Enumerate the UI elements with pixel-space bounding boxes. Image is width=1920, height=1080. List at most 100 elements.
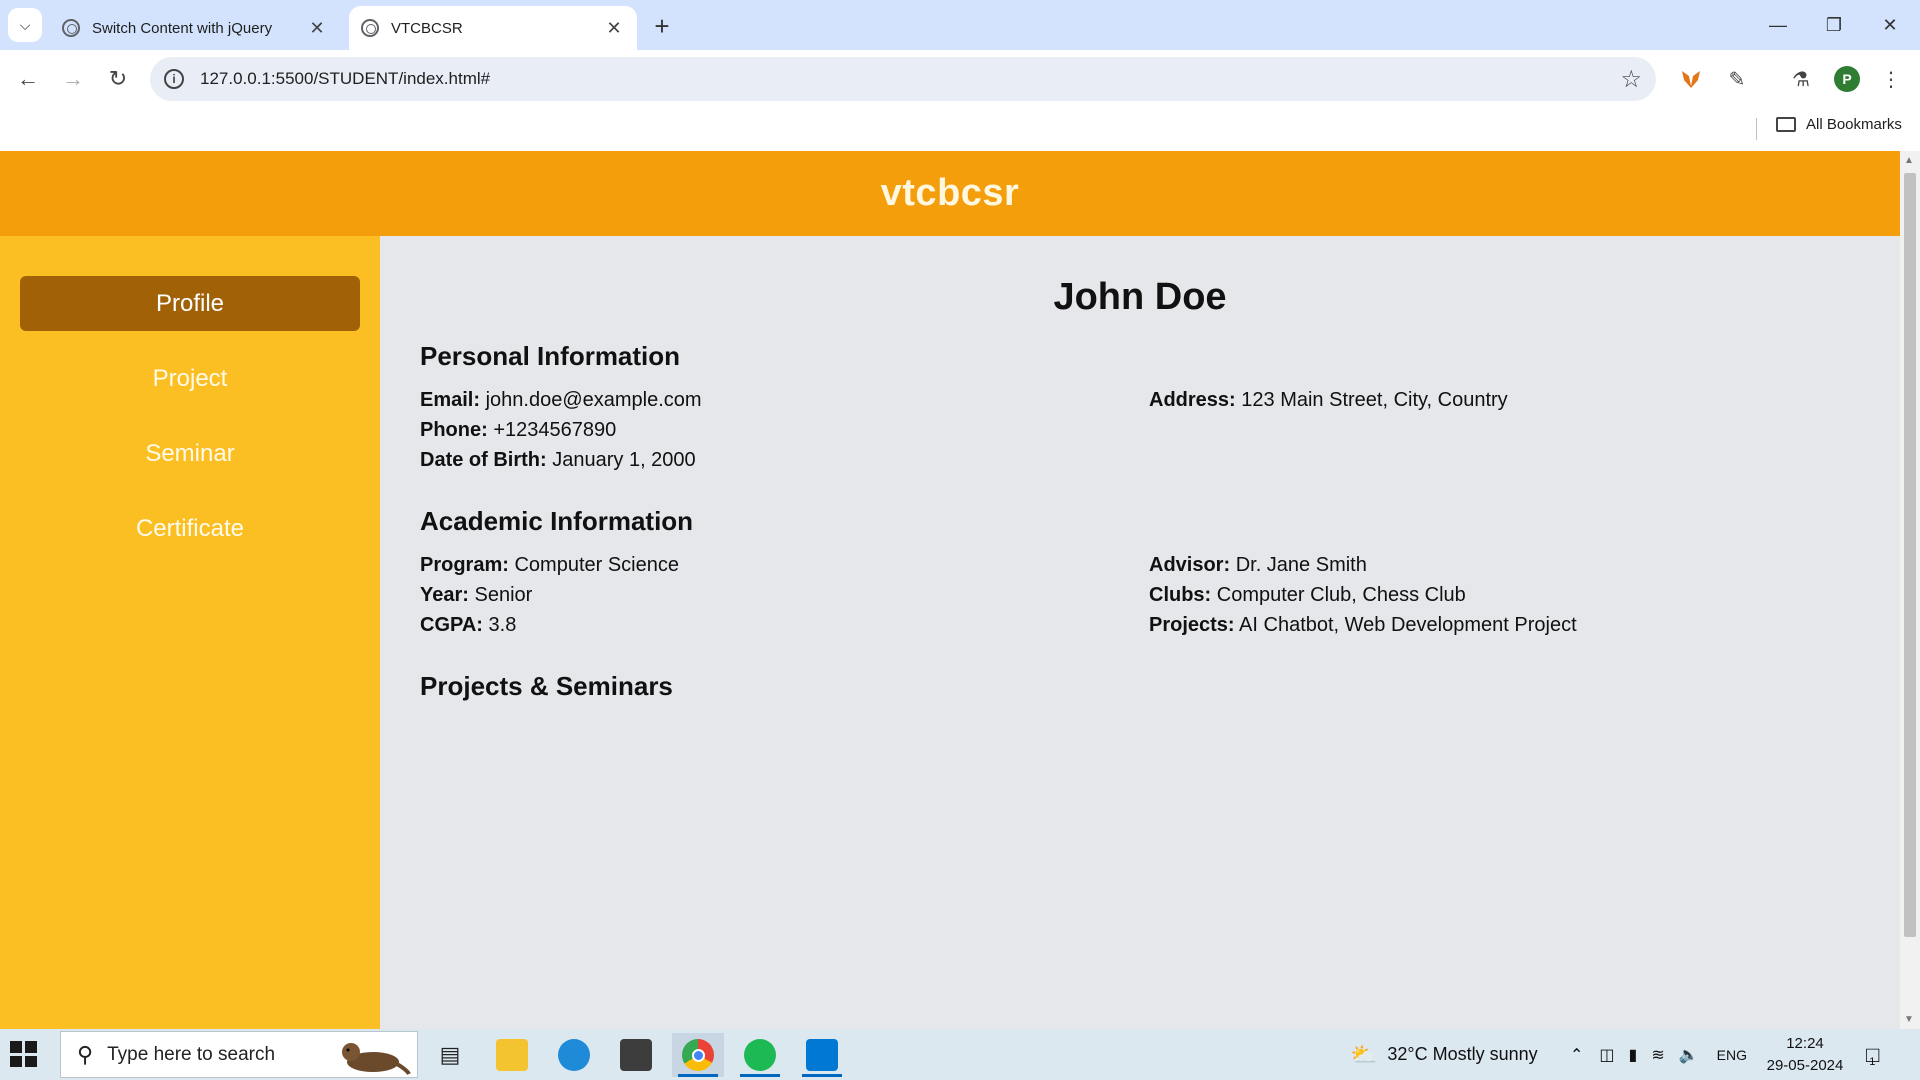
projects-field: Projects: AI Chatbot, Web Development Pr… [1149,614,1577,637]
address-bar[interactable]: i 127.0.0.1:5500/STUDENT/index.html# ☆ [150,57,1656,101]
dob-value: January 1, 2000 [552,449,696,471]
site-header: vtcbcsr [0,151,1900,236]
folder-icon [1776,117,1796,132]
address-field: Address: 123 Main Street, City, Country [1149,389,1508,412]
volume-icon[interactable]: 🔈 [1679,1045,1699,1065]
profile-avatar[interactable]: P [1834,66,1860,92]
restore-button[interactable]: ❐ [1806,0,1862,50]
address-value: 123 Main Street, City, Country [1241,389,1508,411]
year-value: Senior [474,584,533,606]
taskbar: ⚲ Type here to search ▤ ⛅ 32°C Mostly su… [0,1029,1920,1080]
site-title: vtcbcsr [880,172,1020,214]
page-viewport: vtcbcsr Profile Project Seminar Certific… [0,151,1900,1029]
all-bookmarks-label: All Bookmarks [1806,116,1902,133]
clubs-value: Computer Club, Chess Club [1216,584,1466,606]
sidebar-item-profile[interactable]: Profile [20,276,360,331]
email-label: Email: [420,389,481,411]
notification-badge: 1 [1869,1055,1876,1068]
chrome-browser-icon[interactable] [672,1033,724,1077]
reload-button[interactable]: ↻ [101,62,135,96]
clubs-field: Clubs: Computer Club, Chess Club [1149,584,1466,607]
windows-start-icon[interactable] [10,1041,40,1067]
phone-field: Phone: +1234567890 [420,419,616,442]
year-field: Year: Senior [420,584,532,607]
advisor-value: Dr. Jane Smith [1235,554,1367,576]
globe-icon [361,19,379,37]
info-icon[interactable]: i [164,69,184,89]
advisor-label: Advisor: [1149,554,1231,576]
dob-label: Date of Birth: [420,449,547,471]
close-icon[interactable]: ✕ [306,17,328,39]
projects-seminars-heading: Projects & Seminars [420,671,673,701]
projects-value: AI Chatbot, Web Development Project [1239,614,1577,636]
program-value: Computer Science [514,554,679,576]
new-tab-button[interactable]: + [648,11,676,41]
battery-icon[interactable]: ▮ [1629,1045,1638,1065]
address-label: Address: [1149,389,1236,411]
tab-title: Switch Content with jQuery [92,19,273,37]
extensions-puzzle-icon[interactable]: ✎ [1722,64,1752,94]
sun-cloud-icon: ⛅ [1350,1041,1378,1067]
email-field: Email: john.doe@example.com [420,389,702,412]
search-placeholder: Type here to search [107,1043,276,1065]
email-value: john.doe@example.com [485,389,702,411]
close-window-button[interactable]: ✕ [1862,0,1918,50]
labs-flask-icon[interactable]: ⚗ [1786,64,1816,94]
phone-label: Phone: [420,419,488,441]
page-scrollbar[interactable]: ▲ ▼ [1900,151,1920,1029]
meet-now-icon[interactable]: ◫ [1599,1045,1614,1065]
scroll-up-icon[interactable]: ▲ [1904,155,1914,166]
sidebar-item-certificate[interactable]: Certificate [20,501,360,556]
clock-time: 12:24 [1786,1035,1824,1052]
tab-switch-content[interactable]: Switch Content with jQuery ✕ [50,6,340,50]
taskbar-search-box[interactable]: ⚲ Type here to search [60,1031,418,1078]
metamask-extension-icon[interactable] [1676,64,1706,94]
browser-toolbar: ← → ↻ i 127.0.0.1:5500/STUDENT/index.htm… [0,50,1920,108]
menu-kebab-icon[interactable]: ⋮ [1876,64,1906,94]
tab-title: VTCBCSR [391,19,463,37]
student-name: John Doe [1053,276,1227,318]
weather-text: 32°C Mostly sunny [1387,1044,1538,1064]
tab-search-button[interactable]: ⌵ [8,8,42,42]
chevron-down-icon: ⌵ [19,16,31,33]
program-field: Program: Computer Science [420,554,679,577]
minimize-button[interactable]: — [1750,0,1806,50]
clock[interactable]: 12:24 29-05-2024 [1760,1033,1850,1077]
edge-browser-icon[interactable] [548,1033,600,1077]
url-text[interactable]: 127.0.0.1:5500/STUDENT/index.html# [200,69,490,89]
weather-widget[interactable]: ⛅ 32°C Mostly sunny [1350,1029,1538,1080]
scroll-down-icon[interactable]: ▼ [1904,1014,1914,1025]
personal-info-heading: Personal Information [420,341,681,371]
chevron-up-icon[interactable]: ⌃ [1570,1045,1583,1065]
wifi-icon[interactable]: ≋ [1651,1045,1664,1065]
phone-value: +1234567890 [493,419,617,441]
forward-button[interactable]: → [56,62,90,96]
spotify-icon[interactable] [734,1033,786,1077]
clubs-label: Clubs: [1149,584,1212,606]
back-button[interactable]: ← [11,62,45,96]
mail-icon[interactable] [610,1033,662,1077]
year-label: Year: [420,584,469,606]
academic-info-heading: Academic Information [420,506,694,536]
task-view-icon[interactable]: ▤ [424,1033,476,1077]
otter-illustration-icon [342,1043,411,1076]
scrollbar-thumb[interactable] [1904,173,1916,937]
cgpa-field: CGPA: 3.8 [420,614,516,637]
advisor-field: Advisor: Dr. Jane Smith [1149,554,1367,577]
clock-date: 29-05-2024 [1766,1057,1844,1074]
vscode-icon[interactable] [796,1033,848,1077]
tab-strip: ⌵ Switch Content with jQuery ✕ VTCBCSR ✕… [0,0,1920,50]
sidebar-item-project[interactable]: Project [20,351,360,406]
close-icon[interactable]: ✕ [603,17,625,39]
file-explorer-icon[interactable] [486,1033,538,1077]
search-icon: ⚲ [77,1041,94,1067]
bookmarks-bar: All Bookmarks [0,108,1920,151]
bookmark-star-icon[interactable]: ☆ [1620,65,1642,94]
all-bookmarks-button[interactable]: All Bookmarks [1776,116,1902,133]
notification-center-icon[interactable]: □ 1 [1866,1029,1879,1080]
projects-label: Projects: [1149,614,1235,636]
globe-icon [62,19,80,37]
sidebar-item-seminar[interactable]: Seminar [20,426,360,481]
tab-vtcbcsr[interactable]: VTCBCSR ✕ [349,6,637,50]
language-indicator[interactable]: ENG [1717,1047,1747,1063]
